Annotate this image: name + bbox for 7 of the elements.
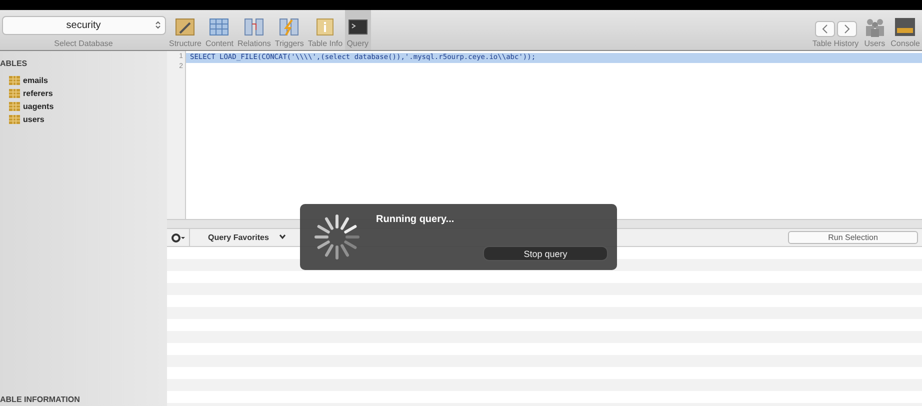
toolbar-label: Console: [890, 39, 920, 48]
tables-heading: ABLES: [0, 58, 28, 70]
toolbar-label: Table History: [812, 39, 859, 48]
select-database-label: Select Database: [54, 39, 113, 48]
toolbar-label: Users: [864, 39, 886, 48]
table-information-heading: ABLE INFORMATION: [0, 395, 81, 406]
dialog-title: Running query...: [376, 214, 454, 227]
